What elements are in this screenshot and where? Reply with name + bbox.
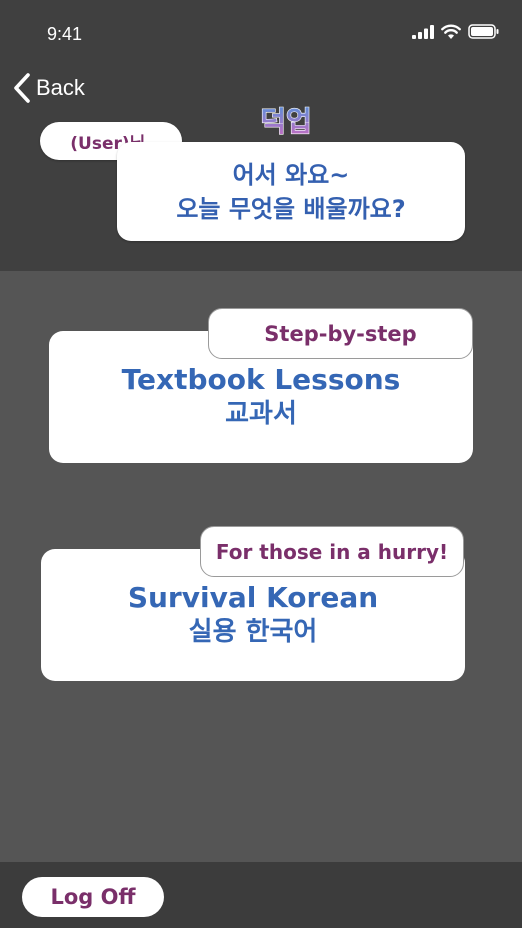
survival-subtitle: 실용 한국어 — [188, 617, 318, 647]
status-icons — [412, 24, 500, 39]
log-off-label: Log Off — [50, 885, 136, 909]
status-time: 9:41 — [47, 24, 83, 44]
cellular-signal-icon — [412, 24, 434, 39]
step-by-step-text: Step-by-step — [264, 321, 417, 346]
hurry-text: For those in a hurry! — [215, 539, 449, 564]
back-label: Back — [36, 75, 85, 100]
survival-title: Survival Korean — [127, 581, 379, 614]
step-by-step-tag: Step-by-step — [208, 308, 473, 359]
greeting-bubble: 어서 와요~ 오늘 무엇을 배울까요? — [117, 142, 465, 241]
app-logo-text: 덕업 — [260, 105, 312, 138]
wifi-icon — [441, 24, 461, 39]
back-button[interactable]: Back — [12, 72, 85, 104]
log-off-button[interactable]: Log Off — [22, 877, 164, 917]
textbook-subtitle: 교과서 — [225, 399, 297, 429]
greeting-line-1: 어서 와요~ — [232, 160, 350, 189]
app-logo: 덕업 — [260, 104, 313, 138]
textbook-title: Textbook Lessons — [121, 363, 401, 396]
chevron-left-icon — [14, 73, 30, 103]
hurry-tag: For those in a hurry! — [200, 526, 464, 577]
greeting-line-2: 오늘 무엇을 배울까요? — [176, 194, 406, 223]
battery-icon — [468, 24, 499, 39]
